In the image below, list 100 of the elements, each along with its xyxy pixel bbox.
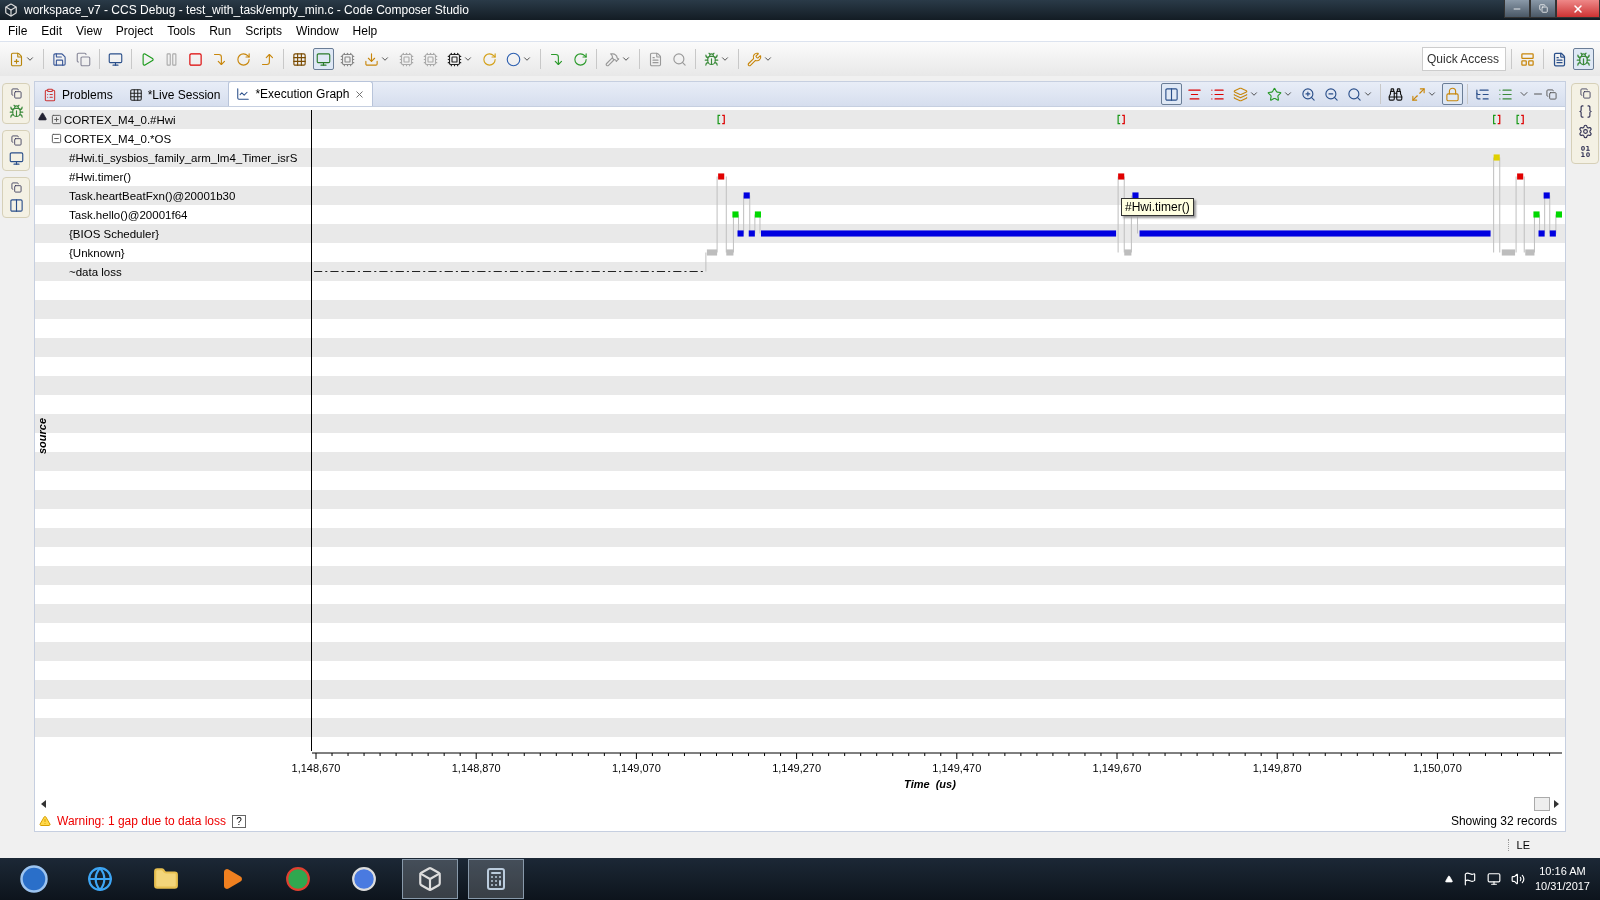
zoom-fit-icon	[1347, 86, 1362, 102]
caret-icon	[463, 54, 473, 64]
target-monitor-button[interactable]	[313, 48, 334, 70]
layout-button[interactable]	[1161, 83, 1182, 105]
ball-icon	[506, 51, 521, 67]
menu-item[interactable]: Window	[289, 23, 347, 38]
pause-icon	[164, 51, 179, 67]
scroll-up-icon[interactable]	[37, 112, 47, 121]
legend-icon	[1498, 86, 1513, 102]
layout-icon	[1164, 86, 1179, 102]
quick-access-field[interactable]: Quick Access	[1422, 47, 1506, 71]
cube-icon	[417, 866, 443, 892]
reload-icon	[482, 51, 497, 67]
caret-icon	[763, 54, 773, 64]
lock-icon	[1445, 86, 1460, 102]
debug-perspective-button[interactable]	[1573, 48, 1594, 70]
tick-label: 1,148,870	[451, 762, 501, 775]
tick-label: 1,148,670	[291, 762, 341, 775]
menu-item[interactable]: Scripts	[239, 23, 290, 38]
scroll-left-icon[interactable]	[41, 800, 46, 809]
close-icon[interactable]	[354, 88, 366, 100]
close-button[interactable]	[1556, 0, 1600, 18]
save-icon	[52, 51, 67, 67]
window-title: workspace_v7 - CCS Debug - test_with_task/empty_min.c - Code Composer Studio	[24, 3, 469, 17]
menu-item[interactable]: Run	[203, 23, 240, 38]
volume-icon[interactable]	[1510, 872, 1525, 886]
caret-icon	[25, 54, 35, 64]
download-icon	[364, 51, 379, 67]
minimize-button[interactable]	[1504, 0, 1530, 18]
hammer-icon	[605, 51, 620, 67]
restore-icon[interactable]	[1546, 88, 1557, 100]
menu-item[interactable]: Project	[109, 23, 162, 38]
bug-icon[interactable]	[8, 104, 24, 119]
start-orb-icon	[19, 864, 49, 894]
panel-icon[interactable]	[8, 198, 24, 213]
lock-button[interactable]	[1442, 83, 1463, 105]
monitor-icon	[108, 51, 123, 67]
menu-item[interactable]: Help	[346, 23, 386, 38]
expand-toggle[interactable]	[51, 114, 62, 125]
save-all-icon	[76, 51, 91, 67]
view-tab[interactable]: *Live Session	[120, 83, 229, 106]
tree-item[interactable]: {Unknown}	[69, 246, 125, 259]
restore-icon	[1538, 4, 1548, 13]
tray-expand-icon[interactable]	[1444, 875, 1453, 883]
restore-icon[interactable]	[10, 88, 22, 99]
scroll-right-icon[interactable]	[1554, 800, 1559, 809]
minus-box-icon	[51, 133, 62, 144]
caret-icon	[522, 54, 532, 64]
restore-button[interactable]	[1530, 0, 1556, 18]
warning-message: Warning: 1 gap due to data loss	[57, 814, 226, 829]
caret-icon	[380, 54, 390, 64]
tree-item[interactable]: {BIOS Scheduler}	[69, 227, 160, 240]
bug-icon	[704, 51, 719, 67]
stop-icon	[188, 51, 203, 67]
calculator-taskbar-button[interactable]	[468, 859, 524, 899]
menu-item[interactable]: Tools	[161, 23, 204, 38]
warning-icon	[39, 815, 51, 828]
help-button[interactable]: ?	[232, 814, 246, 828]
axis-label: source	[36, 418, 48, 455]
view-tab[interactable]: *Execution Graph	[228, 81, 374, 106]
table-icon	[128, 88, 143, 102]
restore-icon[interactable]	[1579, 88, 1591, 99]
target-monitor-icon	[316, 51, 331, 67]
new-file-icon	[9, 51, 24, 67]
tree-item[interactable]: #Hwi.timer()	[69, 170, 131, 183]
scroll-thumb[interactable]	[1534, 797, 1550, 812]
caret-icon	[1249, 89, 1259, 99]
clock[interactable]: 10:16 AM 10/31/2017	[1534, 864, 1590, 894]
tick-label: 1,149,470	[932, 762, 982, 775]
plus-box-icon	[51, 114, 62, 125]
zoom-out-icon	[1324, 86, 1339, 102]
chip-icon	[340, 51, 355, 67]
view-tab[interactable]: Problems	[35, 83, 121, 106]
record-count: Showing 32 records	[1450, 814, 1557, 829]
restore-icon[interactable]	[10, 182, 22, 193]
tick-label: 1,149,270	[772, 762, 822, 775]
tree-item[interactable]: CORTEX_M4_0.*OS	[64, 132, 172, 145]
tree-item[interactable]: Task.hello()@20001f64	[69, 208, 188, 221]
menu-item[interactable]: File	[2, 23, 36, 38]
caret-icon	[621, 54, 631, 64]
search-icon	[672, 51, 687, 67]
flag-icon[interactable]	[1462, 872, 1477, 886]
tree-item[interactable]: ~data loss	[69, 265, 122, 278]
line-chart-icon	[236, 87, 251, 101]
collapse-toggle[interactable]	[51, 133, 62, 144]
cube-taskbar-button[interactable]	[402, 859, 458, 899]
caret-icon	[1283, 89, 1293, 99]
axis-title: Time (us)	[904, 778, 956, 791]
tree-item[interactable]: Task.heartBeatFxn()@20001b30	[69, 189, 236, 202]
tooltip: #Hwi.timer()	[1121, 198, 1194, 216]
tree-item[interactable]: CORTEX_M4_0.#Hwi	[64, 113, 176, 126]
menu-item[interactable]: View	[70, 23, 110, 38]
tick-label: 1,149,870	[1252, 762, 1302, 775]
monitor-icon[interactable]	[8, 151, 24, 166]
globe-icon	[87, 866, 113, 892]
restore-icon[interactable]	[10, 135, 22, 146]
variables-icon[interactable]	[1577, 104, 1593, 119]
menu-item[interactable]: Edit	[35, 23, 71, 38]
app-icon	[4, 3, 18, 17]
tree-item[interactable]: #Hwi.ti_sysbios_family_arm_lm4_Timer_isrS	[69, 151, 298, 164]
